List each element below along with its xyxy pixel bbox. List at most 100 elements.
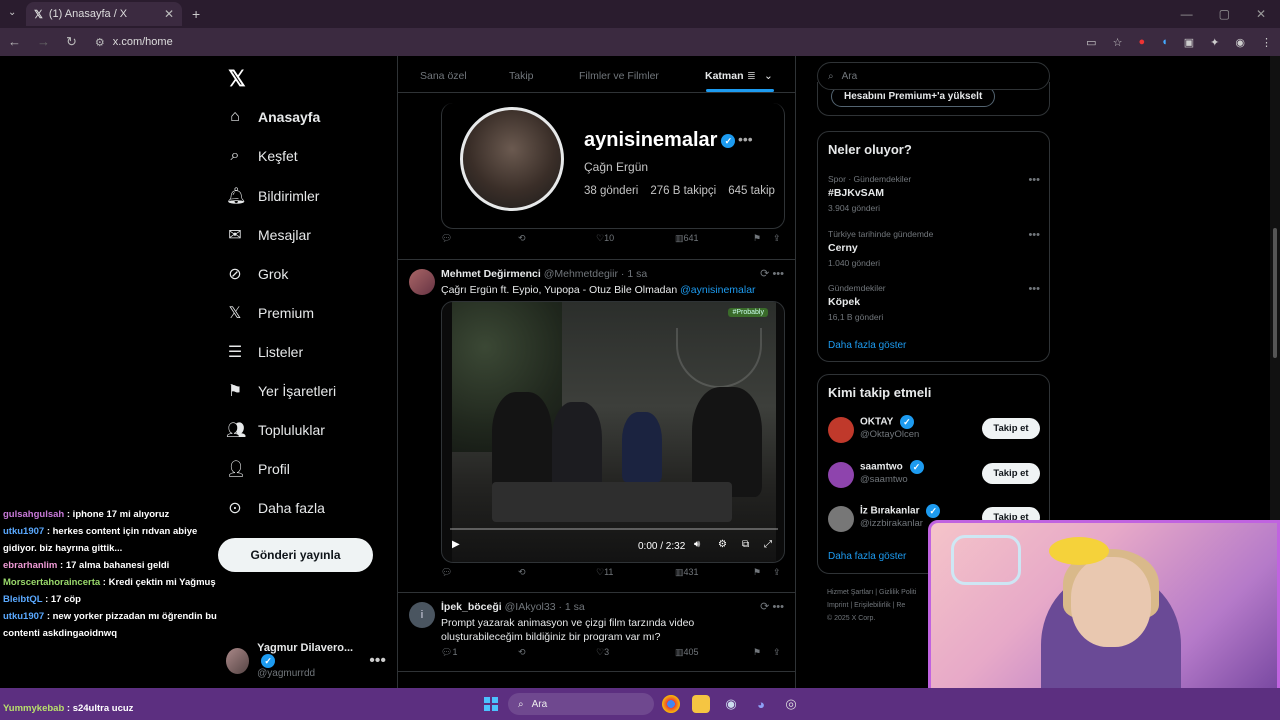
bookmark-icon[interactable]: ⚑: [753, 647, 761, 658]
file-explorer-icon[interactable]: [692, 695, 710, 713]
more-dots-icon[interactable]: •••: [738, 131, 753, 147]
avatar: [409, 269, 435, 295]
mention-link[interactable]: @aynisinemalar: [680, 284, 755, 296]
more-dots-icon[interactable]: •••: [1028, 283, 1040, 295]
post-button[interactable]: Gönderi yayınla: [218, 538, 373, 572]
verified-icon: ✓: [899, 415, 914, 429]
menu-icon[interactable]: ⋮: [1261, 36, 1272, 49]
like-button[interactable]: ♡ 11: [596, 567, 613, 578]
suggested-user[interactable]: saamtwo ✓ @saamtwo Takip et: [828, 460, 1040, 494]
extension-icon[interactable]: ▣: [1184, 36, 1194, 49]
nav-explore[interactable]: ⌕ Keşfet: [226, 147, 298, 165]
bookmark-icon[interactable]: ⚑: [753, 567, 761, 578]
chat-message: utku1907 : herkes content için rıdvan ab…: [3, 526, 198, 554]
windows-start-icon[interactable]: [484, 697, 498, 711]
nav-premium[interactable]: 𝕏 Premium: [226, 303, 314, 323]
close-tab-icon[interactable]: ✕: [164, 7, 174, 21]
chrome-icon[interactable]: [662, 695, 680, 713]
close-window-icon[interactable]: ✕: [1256, 7, 1266, 21]
repost-icon[interactable]: ⟲: [518, 567, 526, 578]
repost-icon[interactable]: ⟲: [518, 233, 526, 244]
tweet-menu[interactable]: ⟳ •••: [760, 267, 784, 280]
follow-button[interactable]: Takip et: [982, 463, 1040, 484]
quoted-profile-card[interactable]: aynisinemalar ✓ ••• Çağn Ergün 38 gönderi…: [441, 103, 785, 229]
extension-red-icon[interactable]: ●: [1138, 36, 1145, 49]
search-input[interactable]: ⌕ Ara: [817, 62, 1050, 90]
video-progress[interactable]: [450, 528, 778, 530]
nav-messages[interactable]: ✉ Mesajlar: [226, 225, 311, 245]
show-more-link[interactable]: Daha fazla göster: [828, 340, 906, 351]
like-button[interactable]: ♡ 10: [596, 233, 614, 244]
verified-icon: ✓: [261, 654, 276, 668]
trend-item[interactable]: Spor · Gündemdekiler #BJKvSAM 3.904 gönd…: [828, 174, 1040, 213]
puzzle-icon[interactable]: ✦: [1210, 36, 1219, 49]
follow-button[interactable]: Takip et: [982, 418, 1040, 439]
bookmark-star-icon[interactable]: ☆: [1113, 36, 1123, 49]
nav-more[interactable]: ⊙ Daha fazla: [226, 498, 325, 518]
views-count[interactable]: ▥ 431: [675, 567, 699, 578]
repost-icon[interactable]: ⟲: [518, 647, 526, 658]
share-icon[interactable]: ⇪: [773, 567, 781, 578]
reload-icon[interactable]: ↻: [66, 34, 77, 50]
like-button[interactable]: ♡ 3: [596, 647, 609, 658]
nav-bookmarks[interactable]: ⚑ Yer İşaretleri: [226, 381, 336, 401]
trend-item[interactable]: Gündemdekiler Köpek 16,1 B gönderi •••: [828, 283, 1040, 322]
pip-icon[interactable]: ⧉: [742, 539, 749, 550]
trend-item[interactable]: Türkiye tarihinde gündemde Cerny 1.040 g…: [828, 229, 1040, 268]
profile-following[interactable]: 645 takip: [728, 185, 775, 197]
settings-icon[interactable]: ⚙: [718, 539, 727, 550]
reply-icon[interactable]: 💬︎: [441, 567, 452, 578]
tab-following[interactable]: Takip: [509, 70, 534, 82]
x-logo-icon[interactable]: 𝕏: [228, 66, 246, 92]
x-logo-icon: 𝕏: [228, 305, 242, 322]
discord-icon[interactable]: ◕: [752, 695, 770, 713]
share-icon[interactable]: ⇪: [773, 647, 781, 658]
forward-icon[interactable]: →: [37, 34, 50, 50]
more-dots-icon[interactable]: •••: [1028, 174, 1040, 186]
tab-katman[interactable]: Katman: [705, 70, 744, 82]
nav-home[interactable]: ⌂ Anasayfa: [226, 108, 320, 126]
nav-notifications[interactable]: 🔔︎ Bildirimler: [226, 186, 319, 206]
minimize-icon[interactable]: —: [1181, 7, 1193, 21]
taskbar-search[interactable]: ⌕ Ara: [508, 693, 654, 715]
back-icon[interactable]: ←: [8, 34, 21, 50]
chat-message: BleibtQL : 17 cöp: [3, 594, 81, 605]
tweet-menu[interactable]: ⟳ •••: [760, 600, 784, 613]
new-tab-icon[interactable]: +: [192, 6, 200, 22]
tab-list-icon[interactable]: ⌄: [8, 7, 16, 18]
profile-icon[interactable]: ◉: [1235, 36, 1245, 49]
tab-for-you[interactable]: Sana özel: [420, 70, 467, 82]
play-icon[interactable]: ▶: [452, 539, 460, 550]
fullscreen-icon[interactable]: ⤢: [764, 539, 772, 550]
chevron-down-icon[interactable]: ⌄: [764, 70, 773, 82]
views-count[interactable]: ▥ 641: [675, 233, 699, 244]
more-dots-icon[interactable]: •••: [1028, 229, 1040, 241]
suggested-user[interactable]: OKTAY ✓ @OktayOlcen Takip et: [828, 415, 1040, 449]
share-icon[interactable]: ⇪: [773, 233, 781, 244]
show-more-link[interactable]: Daha fazla göster: [828, 551, 906, 562]
account-switcher[interactable]: Yagmur Dilavero... ✓ @yagmurrdd •••: [226, 642, 386, 679]
nav-profile[interactable]: 👤︎ Profil: [226, 459, 290, 479]
reply-icon[interactable]: 💬︎: [441, 233, 452, 244]
volume-icon[interactable]: 🔊︎: [694, 539, 700, 550]
site-info-icon[interactable]: ⚙: [95, 36, 105, 49]
steam-icon[interactable]: ◉: [722, 695, 740, 713]
bookmark-icon[interactable]: ⚑: [753, 233, 761, 244]
tab-list-films[interactable]: Filmler ve Filmler: [579, 70, 659, 82]
nav-grok[interactable]: ⊘ Grok: [226, 264, 288, 284]
reply-button[interactable]: 💬︎ 1: [441, 647, 457, 658]
nav-communities[interactable]: 👥︎ Topluluklar: [226, 420, 325, 440]
browser-tab[interactable]: 𝕏 (1) Anasayfa / X ✕: [26, 2, 182, 26]
extension-blue-icon[interactable]: ◖: [1161, 36, 1168, 49]
profile-followers[interactable]: 276 B takipçi: [650, 185, 716, 197]
maximize-icon[interactable]: ▢: [1219, 7, 1230, 21]
obs-icon[interactable]: ◎: [782, 695, 800, 713]
views-count[interactable]: ▥ 405: [675, 647, 699, 658]
windows-taskbar: ⌕ Ara ◉ ◕ ◎: [0, 688, 1280, 720]
cast-icon[interactable]: ▭: [1086, 36, 1096, 49]
divider: [398, 671, 795, 672]
video-player[interactable]: #Probably ▶ 0:00 / 2:32 🔊︎ ⚙ ⧉ ⤢: [441, 301, 785, 563]
url-field[interactable]: x.com/home: [113, 36, 173, 48]
more-dots-icon[interactable]: •••: [369, 652, 386, 670]
nav-lists[interactable]: ☰ Listeler: [226, 342, 303, 362]
